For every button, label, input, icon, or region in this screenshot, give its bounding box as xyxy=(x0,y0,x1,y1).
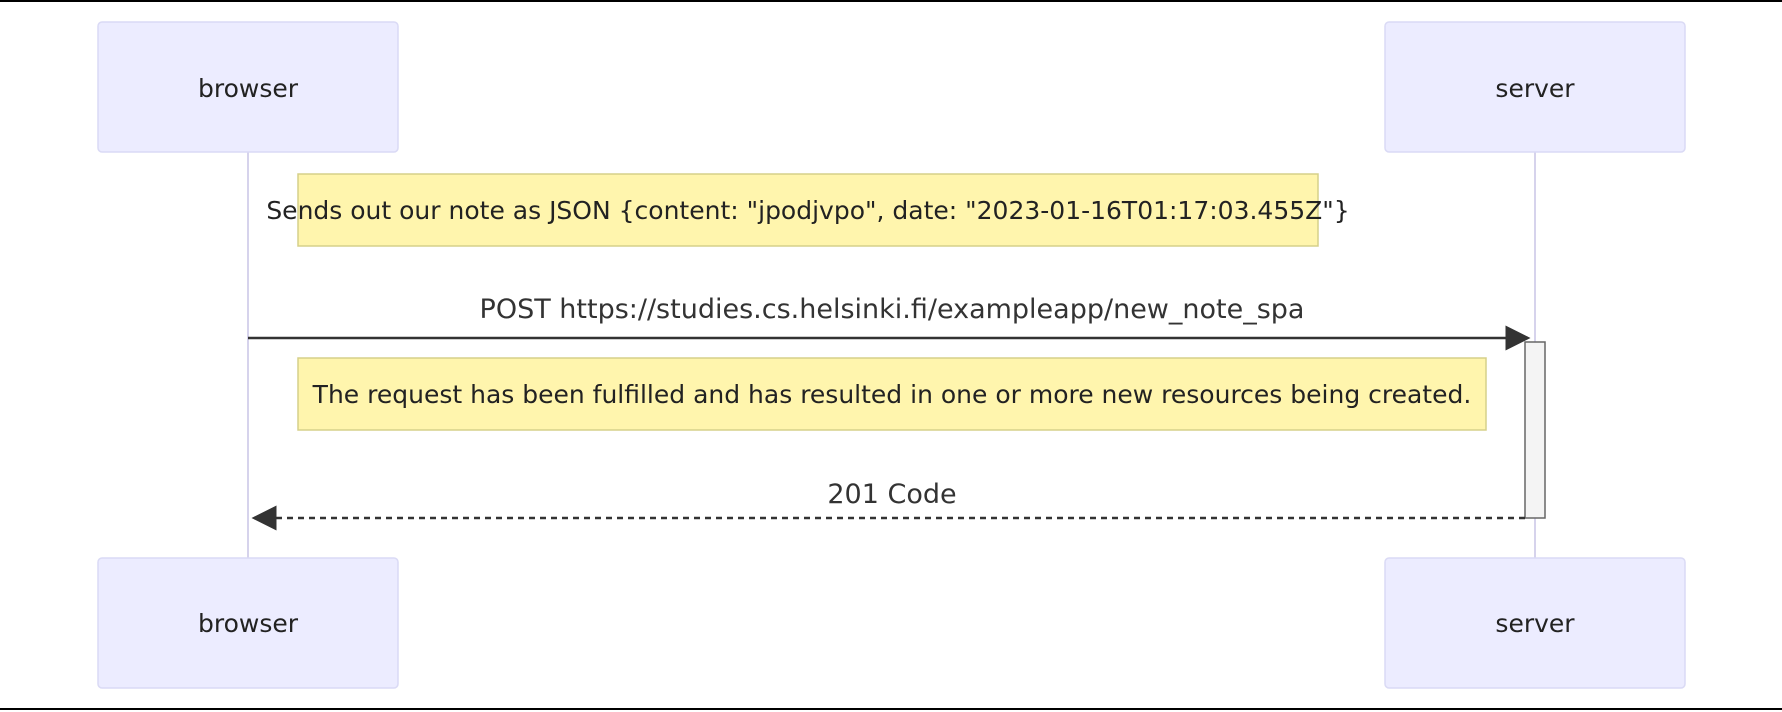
note-request-fulfilled-text: The request has been fulfilled and has r… xyxy=(312,380,1472,409)
server-activation-bar xyxy=(1524,341,1546,519)
message-post-label: POST https://studies.cs.helsinki.fi/exam… xyxy=(480,294,1305,325)
sequence-diagram: browser server Sends out our note as JSO… xyxy=(97,21,1686,689)
message-post: POST https://studies.cs.helsinki.fi/exam… xyxy=(248,294,1531,351)
browser-actor-bottom[interactable]: browser xyxy=(97,557,399,689)
message-201-label: 201 Code xyxy=(827,479,956,510)
server-actor-bottom[interactable]: server xyxy=(1384,557,1686,689)
note-json-payload: Sends out our note as JSON {content: "jp… xyxy=(266,173,1350,247)
browser-actor-top-label: browser xyxy=(198,74,299,103)
diagram-frame: browser server Sends out our note as JSO… xyxy=(0,0,1782,710)
browser-actor-top[interactable]: browser xyxy=(97,21,399,153)
server-actor-bottom-label: server xyxy=(1495,609,1575,638)
note-request-fulfilled: The request has been fulfilled and has r… xyxy=(297,357,1487,431)
browser-actor-bottom-label: browser xyxy=(198,609,299,638)
note-json-payload-text: Sends out our note as JSON {content: "jp… xyxy=(266,196,1349,225)
message-201: 201 Code xyxy=(251,479,1525,531)
server-actor-top-label: server xyxy=(1495,74,1575,103)
server-actor-top[interactable]: server xyxy=(1384,21,1686,153)
